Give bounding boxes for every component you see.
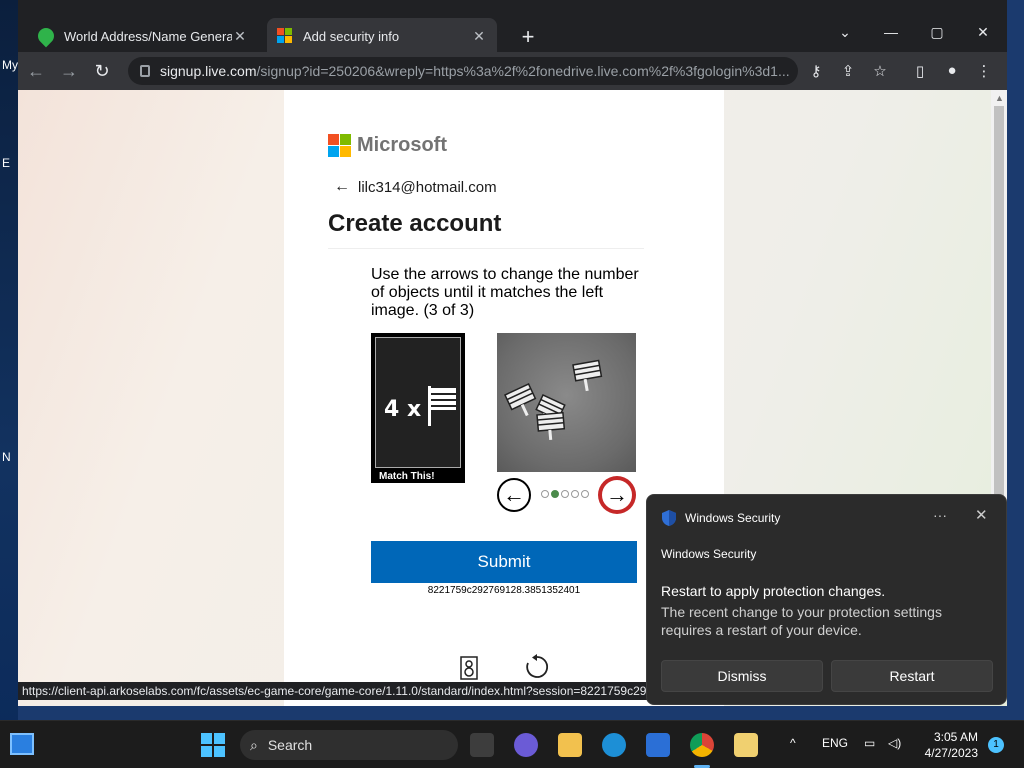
- audio-challenge-icon[interactable]: [460, 656, 478, 680]
- tab-title: World Address/Name Generator: [64, 28, 232, 44]
- task-view-icon[interactable]: [470, 733, 494, 757]
- account-email: lilc314@hotmail.com: [358, 178, 497, 196]
- tab-strip: World Address/Name Generator ✕ Add secur…: [18, 10, 1007, 54]
- back-arrow-icon[interactable]: ←: [334, 178, 350, 196]
- browser-toolbar: ← → ↻ signup.live.com /signup?id=250206&…: [18, 52, 1007, 90]
- divider: [328, 248, 644, 249]
- maximize-button[interactable]: ▢: [922, 24, 952, 41]
- url-host: signup.live.com: [160, 63, 257, 79]
- notepad-files-icon[interactable]: [734, 733, 758, 757]
- menu-kebab-icon[interactable]: ⋮: [974, 62, 994, 82]
- start-button[interactable]: [201, 733, 225, 757]
- desktop-icon-label[interactable]: E: [2, 156, 10, 170]
- tab-add-security-info[interactable]: Add security info ✕: [267, 18, 497, 54]
- reload-icon[interactable]: ↻: [87, 61, 117, 82]
- windows-security-notification: Windows Security ··· ✕ Windows Security …: [646, 494, 1007, 705]
- microsoft-store-icon[interactable]: [646, 733, 670, 757]
- close-window-button[interactable]: ✕: [968, 24, 998, 41]
- captcha-instruction: Use the arrows to change the number of o…: [371, 266, 639, 319]
- brand-name: Microsoft: [357, 134, 447, 156]
- side-panel-icon[interactable]: ▯: [910, 62, 930, 82]
- microsoft-logo-icon: [277, 28, 293, 44]
- tab-search-icon[interactable]: ⌄: [830, 24, 860, 41]
- session-id: 8221759c292769128.3851352401: [427, 585, 581, 596]
- tab-title: Add security info: [303, 28, 400, 44]
- progress-dot: [561, 490, 569, 498]
- match-reference-image: 4 x Match This!: [371, 333, 465, 483]
- map-pin-icon: [34, 24, 58, 48]
- progress-dot: [581, 490, 589, 498]
- scroll-up-icon[interactable]: ▲: [995, 93, 1004, 103]
- lock-icon[interactable]: [140, 65, 150, 77]
- restart-button[interactable]: Restart: [831, 660, 993, 692]
- chevron-up-icon[interactable]: ^: [790, 736, 796, 750]
- submit-button[interactable]: Submit: [371, 541, 637, 583]
- scrollbar-thumb[interactable]: [994, 106, 1004, 506]
- toast-app-name: Windows Security: [661, 547, 757, 561]
- url-path: /signup?id=250206&wreply=https%3a%2f%2fo…: [256, 63, 790, 79]
- reference-flag-icon: 4 x: [384, 386, 456, 426]
- close-tab-icon[interactable]: ✕: [232, 28, 248, 45]
- teams-chat-icon[interactable]: [514, 733, 538, 757]
- search-icon: ⌕: [250, 736, 258, 753]
- desktop-icon-label[interactable]: My: [2, 58, 18, 72]
- clock[interactable]: 3:05 AM 4/27/2023: [920, 729, 978, 761]
- network-icon[interactable]: ▭: [864, 736, 875, 750]
- search-label: Search: [267, 737, 313, 753]
- microsoft-logo-icon: [328, 134, 351, 157]
- close-tab-icon[interactable]: ✕: [471, 28, 487, 45]
- restart-challenge-icon[interactable]: [524, 654, 550, 680]
- volume-icon[interactable]: ◁): [888, 736, 901, 750]
- match-count: 4 x: [384, 397, 421, 422]
- clock-time: 3:05 AM: [933, 730, 978, 744]
- desktop-background: My E N: [0, 0, 18, 768]
- previous-arrow-button[interactable]: ←: [497, 478, 531, 512]
- edge-browser-icon[interactable]: [602, 733, 626, 757]
- toast-header-title: Windows Security: [685, 511, 781, 525]
- widgets-icon[interactable]: [10, 733, 34, 755]
- next-arrow-button[interactable]: →: [600, 478, 634, 512]
- chrome-icon[interactable]: [690, 733, 714, 757]
- back-icon[interactable]: ←: [21, 61, 51, 82]
- match-label: Match This!: [379, 471, 435, 482]
- bookmark-star-icon[interactable]: ☆: [870, 62, 890, 82]
- microsoft-logo: Microsoft: [328, 134, 447, 157]
- address-bar[interactable]: signup.live.com /signup?id=250206&wreply…: [128, 57, 798, 85]
- new-tab-button[interactable]: +: [516, 24, 540, 50]
- progress-dot: [541, 490, 549, 498]
- notification-badge[interactable]: 1: [988, 737, 1004, 753]
- forward-icon[interactable]: →: [54, 61, 84, 82]
- shield-icon: [662, 510, 676, 526]
- file-explorer-icon[interactable]: [558, 733, 582, 757]
- toast-header: Windows Security: [661, 509, 780, 527]
- desktop-icon-label[interactable]: N: [2, 450, 11, 464]
- flag-objects-icon: [504, 359, 603, 441]
- dismiss-button[interactable]: Dismiss: [661, 660, 823, 692]
- page-title: Create account: [328, 210, 502, 237]
- toast-title: Restart to apply protection changes.: [661, 583, 886, 599]
- taskbar-search[interactable]: ⌕ Search: [240, 730, 458, 760]
- taskbar: ⌕ Search ^ ENG ▭ ◁) 3:05 AM 4/27/2023 1: [0, 720, 1024, 768]
- toast-body: The recent change to your protection set…: [661, 604, 942, 638]
- progress-dots: [541, 490, 589, 498]
- tab-world-address[interactable]: World Address/Name Generator ✕: [28, 18, 258, 54]
- progress-dot: [571, 490, 579, 498]
- profile-icon[interactable]: ●: [942, 62, 962, 82]
- progress-dot-active: [551, 490, 559, 498]
- identity-banner: ← lilc314@hotmail.com: [334, 178, 497, 196]
- language-indicator[interactable]: ENG: [822, 736, 848, 750]
- share-icon[interactable]: ⇪: [838, 62, 858, 82]
- object-count-image: [497, 333, 636, 472]
- link-status-bar: https://client-api.arkoselabs.com/fc/ass…: [18, 682, 651, 700]
- clock-date: 4/27/2023: [924, 746, 978, 760]
- minimize-button[interactable]: —: [876, 24, 906, 40]
- captcha-challenge: Use the arrows to change the number of o…: [371, 266, 641, 512]
- more-options-icon[interactable]: ···: [933, 507, 947, 523]
- key-icon[interactable]: ⚷: [806, 62, 826, 82]
- close-icon[interactable]: ✕: [975, 506, 988, 524]
